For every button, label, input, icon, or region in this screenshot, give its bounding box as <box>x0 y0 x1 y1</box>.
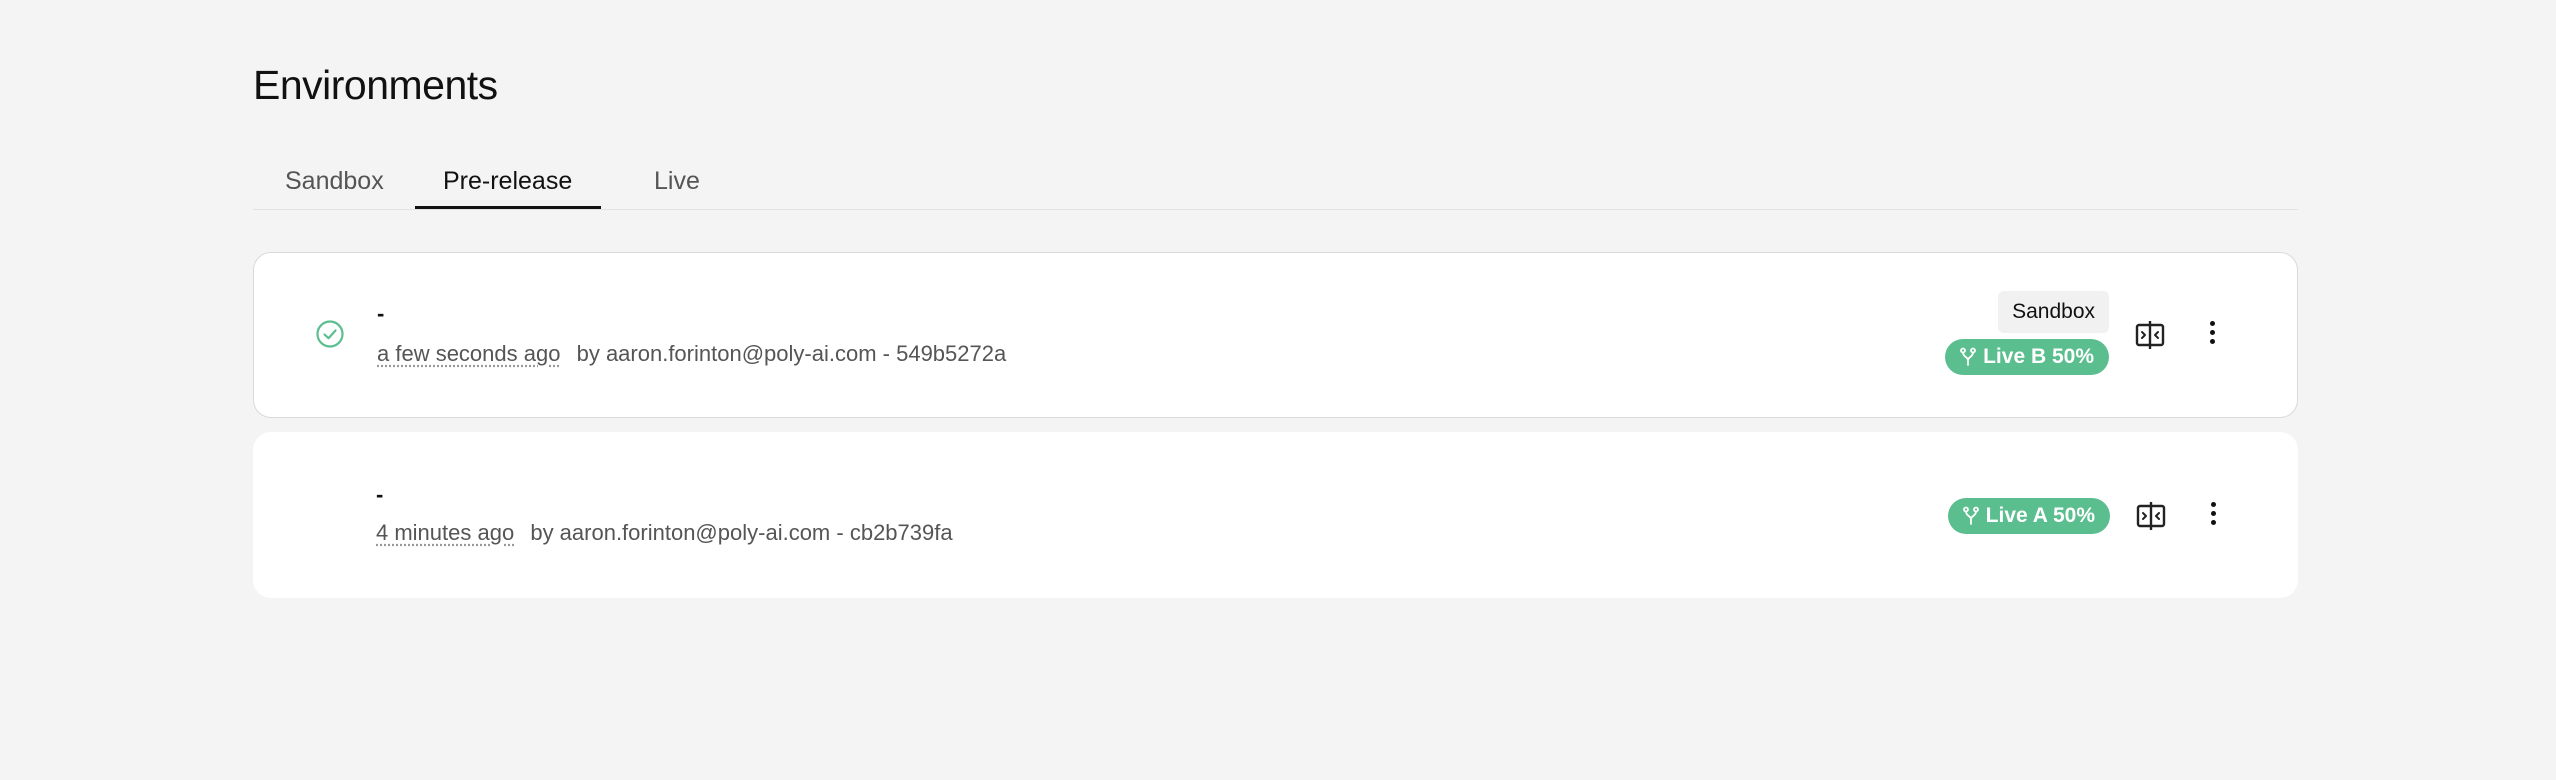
check-circle-icon <box>316 320 344 348</box>
deployment-commit: 549b5272a <box>896 341 1007 366</box>
deployment-card[interactable]: - 4 minutes ago by aaron.forinton@poly-a… <box>253 432 2298 598</box>
deployment-meta: a few seconds ago by aaron.forinton@poly… <box>377 341 1006 367</box>
deployment-meta: 4 minutes ago by aaron.forinton@poly-ai.… <box>376 520 953 546</box>
branch-icon <box>1960 347 1977 366</box>
deployment-author: by aaron.forinton@poly-ai.com <box>530 520 831 545</box>
live-badge-label: Live B 50% <box>1983 345 2094 368</box>
deployment-title: - <box>376 482 384 507</box>
deployment-author: by aaron.forinton@poly-ai.com <box>576 341 877 366</box>
environment-tabs: Sandbox Pre-release Live <box>253 160 2298 210</box>
meta-separator: - <box>882 341 890 366</box>
deployment-badges: Sandbox Live B 50% <box>1945 291 2109 375</box>
environment-badge: Sandbox <box>1998 291 2109 333</box>
deployment-commit: cb2b739fa <box>849 520 953 545</box>
deployment-time: a few seconds ago <box>377 341 561 366</box>
tab-pre-release[interactable]: Pre-release <box>415 160 601 209</box>
page-title: Environments <box>253 62 498 108</box>
compare-icon[interactable] <box>2134 499 2168 533</box>
meta-separator: - <box>836 520 844 545</box>
compare-icon[interactable] <box>2133 318 2167 352</box>
more-vertical-icon[interactable] <box>2197 315 2227 349</box>
live-badge-label: Live A 50% <box>1985 504 2095 527</box>
more-vertical-icon[interactable] <box>2198 496 2228 530</box>
deployment-time: 4 minutes ago <box>376 520 515 545</box>
deployment-card[interactable]: - a few seconds ago by aaron.forinton@po… <box>253 252 2298 418</box>
deployment-badges: Live A 50% <box>1947 498 2110 534</box>
branch-icon <box>1962 506 1979 525</box>
deployment-title: - <box>377 301 385 326</box>
live-badge[interactable]: Live B 50% <box>1945 339 2109 375</box>
tab-sandbox[interactable]: Sandbox <box>253 160 415 208</box>
live-badge[interactable]: Live A 50% <box>1947 498 2110 534</box>
tab-live[interactable]: Live <box>626 160 726 208</box>
